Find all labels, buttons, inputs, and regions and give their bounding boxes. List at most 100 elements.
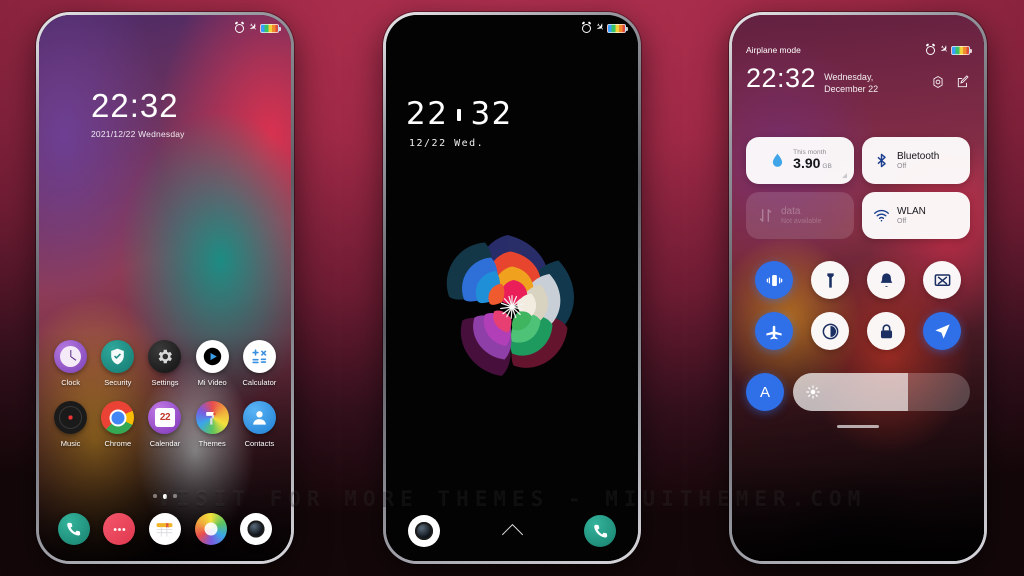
dark-mode-toggle[interactable] [811,312,849,350]
screen-home: ✈ 22:32 2021/12/22 Wednesday Clock Secur… [39,15,291,561]
app-themes[interactable]: Themes [189,401,236,448]
bluetooth-card[interactable]: Bluetooth Off [862,137,970,184]
page-dot[interactable] [173,494,177,498]
app-mi-video[interactable]: Mi Video [189,340,236,387]
swipe-up-chevron-icon[interactable] [501,523,523,545]
cast-icon [934,273,950,286]
gallery-dock-icon[interactable] [194,513,227,545]
phone-home-screen: ✈ 22:32 2021/12/22 Wednesday Clock Secur… [36,12,294,564]
quick-toggles [732,261,984,350]
app-security[interactable]: Security [94,340,141,387]
airplane-icon: ✈ [245,20,260,35]
auto-brightness-button[interactable]: A [746,373,784,411]
camera-dock-icon[interactable] [240,513,273,545]
resize-corner [842,173,847,178]
edit-icon[interactable] [956,75,970,89]
wifi-icon [872,207,890,225]
battery-icon [260,23,281,33]
app-settings[interactable]: Settings [141,340,188,387]
camera-shortcut-icon[interactable] [408,515,440,547]
phone-control-center: Airplane mode ✈ 22:32 Wednesday, Decembe… [729,12,987,564]
home-clock-date: 2021/12/22 Wednesday [91,129,185,139]
alarm-icon [925,45,935,55]
brightness-sun-icon [806,385,820,399]
lock-clock-separator [457,108,462,121]
status-bar-right: ✈ [234,20,281,35]
lock-clock-hours: 22 [406,96,449,132]
messages-dock-icon[interactable] [103,513,136,545]
app-label: Chrome [104,439,132,448]
vibrate-toggle[interactable] [755,261,793,299]
phone-showcase: ✈ 22:32 2021/12/22 Wednesday Clock Secur… [0,0,1024,576]
home-clock-widget[interactable]: 22:32 2021/12/22 Wednesday [91,89,185,139]
page-dot[interactable] [153,494,157,498]
dock [39,513,291,545]
flower-wallpaper-art [446,235,574,376]
calendar-day-number: 22 [154,408,175,427]
app-label: Settings [151,378,179,387]
cc-time: 22:32 [746,63,817,93]
vibrate-icon [766,274,782,286]
calendar-dock-icon[interactable] [148,513,181,545]
bluetooth-status: Off [897,163,907,170]
data-usage-value: 3.90 GB [793,155,832,172]
battery-icon [951,45,972,55]
app-clock[interactable]: Clock [47,340,94,387]
clock-app-icon [54,340,88,373]
airplane-icon [765,325,782,339]
app-label: Calculator [242,378,277,387]
page-indicator[interactable] [39,494,291,499]
cast-toggle[interactable] [923,261,961,299]
cc-date-line2: December 22 [824,83,879,94]
ringer-toggle[interactable] [867,261,905,299]
status-bar-right: ✈ [581,21,628,35]
app-label: Calendar [149,439,181,448]
lock-bottom-bar [386,515,638,547]
contrast-icon [822,323,838,339]
screen-lock: ✈ 22 32 12/22 Wed. [386,15,638,561]
phone-lock-screen: ✈ 22 32 12/22 Wed. [383,12,641,564]
contacts-app-icon [242,401,276,434]
chrome-app-icon [101,401,135,434]
bell-icon [880,272,892,287]
cc-header-icons [931,75,970,89]
wlan-card[interactable]: WLAN Off [862,192,970,239]
music-app-icon [54,401,88,434]
data-usage-card[interactable]: This month 3.90 GB [746,137,854,184]
airplane-mode-label: Airplane mode [746,45,801,55]
phone-shortcut-icon[interactable] [584,515,616,547]
app-calendar[interactable]: 22 Calendar [141,401,188,448]
app-grid: Clock Security Settings Mi Video Calcula… [39,340,291,448]
wlan-title: WLAN [897,206,926,217]
status-bar: Airplane mode ✈ [732,37,984,63]
app-contacts[interactable]: Contacts [236,401,283,448]
mobile-data-text: data Not available [781,206,821,225]
quick-settings-cards: This month 3.90 GB Bluetooth Off data No… [732,137,984,239]
gear-icon[interactable] [931,75,945,89]
app-calculator[interactable]: Calculator [236,340,283,387]
page-dot-active[interactable] [162,494,168,499]
app-music[interactable]: Music [47,401,94,448]
location-toggle[interactable] [923,312,961,350]
bluetooth-title: Bluetooth [897,151,940,162]
lock-toggle[interactable] [867,312,905,350]
settings-app-icon [148,340,182,373]
mobile-data-status: Not available [781,218,822,225]
app-label: Clock [61,378,80,387]
app-label: Themes [198,439,226,448]
phone-dock-icon[interactable] [57,513,90,545]
flashlight-toggle[interactable] [811,261,849,299]
lock-clock-widget: 22 32 12/22 Wed. [406,99,513,150]
app-chrome[interactable]: Chrome [94,401,141,448]
status-bar-right: ✈ [925,43,972,57]
alarm-icon [234,23,244,33]
app-label: Music [60,439,81,448]
lock-clock-row: 22 32 [406,99,513,130]
cc-date-line1: Wednesday, [824,72,874,82]
alarm-icon [581,23,591,33]
home-indicator[interactable] [837,425,879,428]
airplane-toggle[interactable] [755,312,793,350]
brightness-slider[interactable] [793,373,970,411]
mobile-data-title: data [781,206,801,217]
mobile-data-card[interactable]: data Not available [746,192,854,239]
